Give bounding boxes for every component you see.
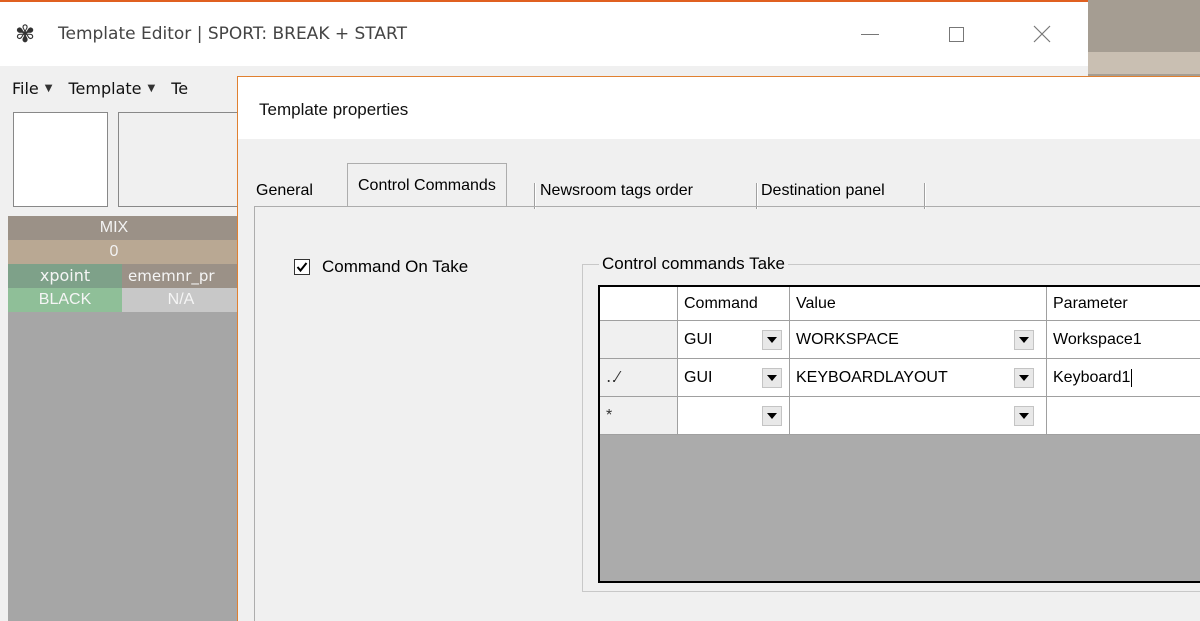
dropdown-arrow-icon bbox=[767, 375, 777, 381]
row-selector[interactable]: ‥⁄ bbox=[600, 359, 678, 397]
maximize-button[interactable] bbox=[926, 10, 986, 58]
chevron-down-icon: ▼ bbox=[147, 82, 156, 94]
parameter-cell[interactable] bbox=[1047, 397, 1200, 435]
value-text: WORKSPACE bbox=[796, 331, 899, 348]
command-dropdown-button[interactable] bbox=[762, 330, 782, 350]
tab-control-commands[interactable]: Control Commands bbox=[347, 163, 507, 207]
tab-panel-border bbox=[254, 206, 1200, 207]
value-dropdown-button[interactable] bbox=[1014, 330, 1034, 350]
app-logo-icon: ✾ bbox=[14, 21, 36, 48]
preview-thumbnail[interactable] bbox=[13, 112, 108, 207]
column-header-parameter[interactable]: Parameter bbox=[1047, 287, 1200, 321]
chevron-down-icon: ▼ bbox=[44, 82, 53, 94]
minimize-icon bbox=[861, 33, 879, 35]
table-row[interactable]: GUI WORKSPACE Workspace1 bbox=[600, 321, 1200, 359]
value-dropdown-button[interactable] bbox=[1014, 406, 1034, 426]
dropdown-arrow-icon bbox=[767, 413, 777, 419]
checkmark-icon bbox=[296, 262, 308, 273]
grid-header-row: Command Value Parameter bbox=[600, 287, 1200, 325]
template-properties-dialog: Template properties General Control Comm… bbox=[237, 76, 1200, 621]
dropdown-arrow-icon bbox=[1019, 375, 1029, 381]
dropdown-arrow-icon bbox=[1019, 337, 1029, 343]
dropdown-arrow-icon bbox=[1019, 413, 1029, 419]
menu-truncated[interactable]: Te bbox=[171, 79, 188, 98]
minimize-button[interactable] bbox=[840, 10, 900, 58]
editor-titlebar: ✾ Template Editor | SPORT: BREAK + START bbox=[0, 2, 1088, 66]
command-value: GUI bbox=[684, 369, 713, 386]
xpoint-cell[interactable]: xpoint bbox=[8, 264, 122, 288]
command-on-take-checkbox[interactable] bbox=[294, 259, 310, 275]
text-cursor bbox=[1131, 368, 1133, 387]
row-selector[interactable] bbox=[600, 321, 678, 359]
tab-strip: General Control Commands Newsroom tags o… bbox=[254, 163, 1200, 209]
dialog-title: Template properties bbox=[259, 100, 409, 119]
tab-newsroom-tags-order[interactable]: Newsroom tags order bbox=[540, 167, 693, 207]
parameter-cell-editing[interactable]: Keyboard1 bbox=[1047, 359, 1200, 397]
new-row-selector[interactable]: * bbox=[600, 397, 678, 435]
tab-general[interactable]: General bbox=[256, 167, 313, 207]
groupbox-title: Control commands Take bbox=[599, 254, 788, 274]
command-dropdown-button[interactable] bbox=[762, 406, 782, 426]
close-button[interactable] bbox=[1012, 10, 1072, 58]
menu-file-label: File bbox=[12, 78, 39, 98]
command-value: GUI bbox=[684, 331, 713, 348]
column-header-value[interactable]: Value bbox=[790, 287, 1047, 321]
dropdown-arrow-icon bbox=[767, 337, 777, 343]
table-row[interactable]: ‥⁄ GUI KEYBOARDLAYOUT Keyboard1 bbox=[600, 359, 1200, 397]
background-band bbox=[1088, 52, 1200, 74]
column-header-command[interactable]: Command bbox=[678, 287, 790, 321]
menu-file[interactable]: File ▼ bbox=[12, 79, 56, 98]
command-dropdown-button[interactable] bbox=[762, 368, 782, 388]
menu-bar: File ▼ Template ▼ Te bbox=[0, 72, 188, 104]
parameter-input[interactable]: Keyboard1 bbox=[1053, 369, 1130, 386]
close-icon bbox=[1033, 25, 1051, 43]
command-cell[interactable]: GUI bbox=[678, 321, 790, 359]
dialog-titlebar: Template properties bbox=[238, 77, 1200, 139]
menu-truncated-label: Te bbox=[171, 78, 189, 98]
source-cell[interactable]: BLACK bbox=[8, 288, 122, 312]
menu-template[interactable]: Template ▼ bbox=[68, 79, 159, 98]
secondary-thumbnail[interactable] bbox=[118, 112, 248, 207]
value-cell[interactable]: WORKSPACE bbox=[790, 321, 1047, 359]
command-on-take-label: Command On Take bbox=[322, 257, 469, 276]
maximize-icon bbox=[948, 26, 964, 42]
value-cell[interactable]: KEYBOARDLAYOUT bbox=[790, 359, 1047, 397]
value-cell[interactable] bbox=[790, 397, 1047, 435]
tab-panel-border-left bbox=[254, 206, 255, 621]
ememnr-cell[interactable]: ememnr_pr bbox=[122, 264, 240, 288]
na-cell[interactable]: N/A bbox=[122, 288, 240, 312]
value-dropdown-button[interactable] bbox=[1014, 368, 1034, 388]
tab-destination-panel[interactable]: Destination panel bbox=[761, 167, 885, 207]
table-row-new[interactable]: * bbox=[600, 397, 1200, 435]
command-on-take-option[interactable]: Command On Take bbox=[294, 257, 468, 277]
mix-header: MIX bbox=[8, 216, 240, 240]
control-commands-grid[interactable]: Command Value Parameter GUI WORKSPACE Wo… bbox=[598, 285, 1200, 583]
edit-pencil-icon: ‥⁄ bbox=[606, 369, 620, 386]
parameter-cell[interactable]: Workspace1 bbox=[1047, 321, 1200, 359]
command-cell[interactable]: GUI bbox=[678, 359, 790, 397]
window-title: Template Editor | SPORT: BREAK + START bbox=[58, 24, 407, 44]
value-text: KEYBOARDLAYOUT bbox=[796, 369, 948, 386]
command-cell[interactable] bbox=[678, 397, 790, 435]
mix-value: 0 bbox=[8, 240, 240, 264]
routing-panel: MIX 0 xpoint ememnr_pr BLACK N/A bbox=[8, 216, 240, 621]
menu-template-label: Template bbox=[68, 78, 142, 98]
row-selector-header[interactable] bbox=[600, 287, 678, 321]
